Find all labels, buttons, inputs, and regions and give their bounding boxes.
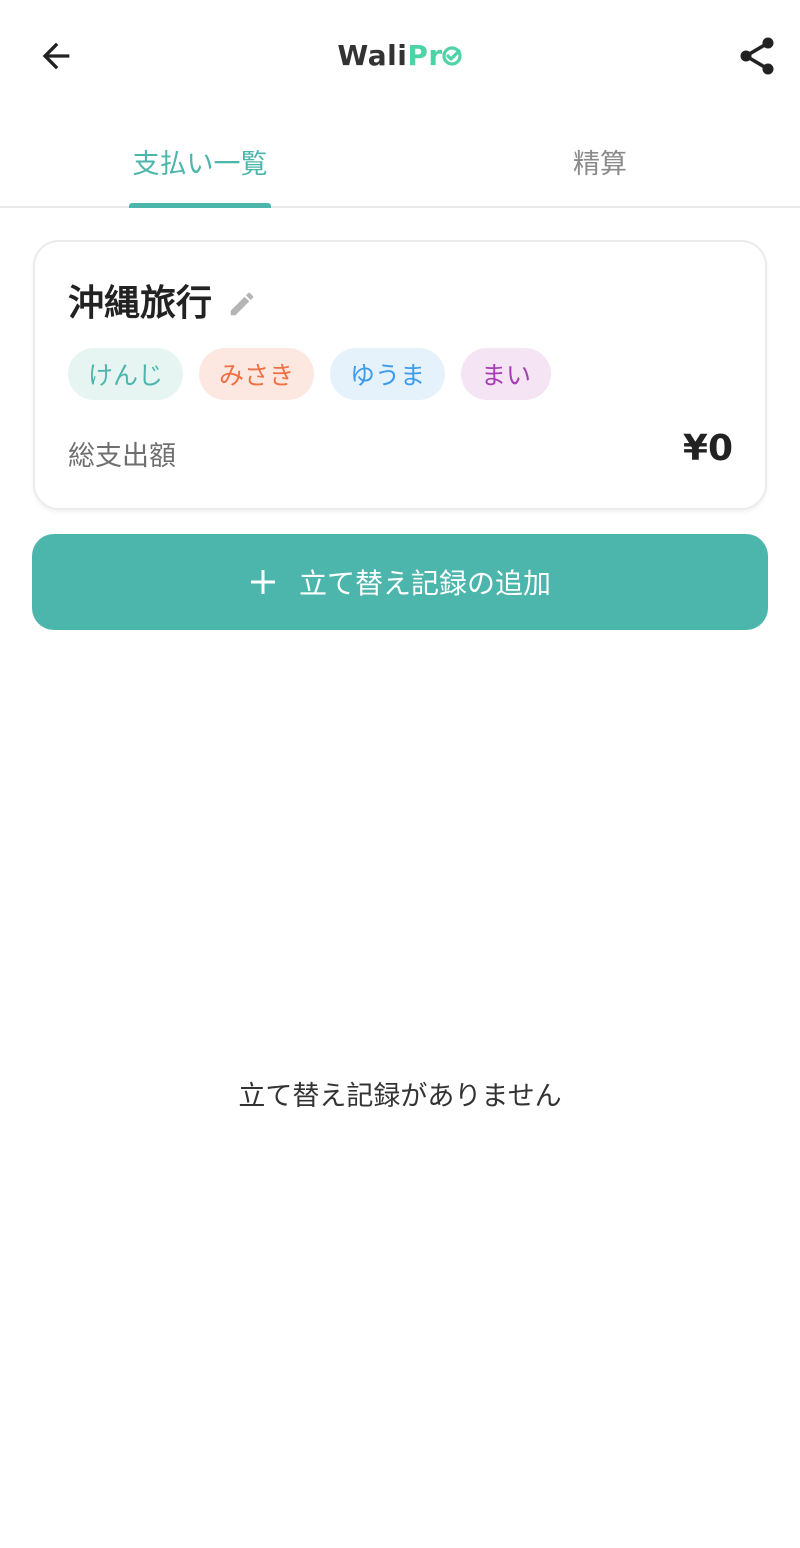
member-chip: みさき — [199, 348, 315, 400]
member-chip-list: けんじ みさき ゆうま まい — [68, 348, 567, 400]
tab-settlement[interactable]: 精算 — [400, 112, 800, 206]
pencil-icon — [230, 292, 254, 316]
active-tab-indicator — [129, 203, 271, 208]
app-header: WaliPr — [0, 0, 800, 112]
member-chip: まい — [461, 348, 552, 400]
tab-payment-list[interactable]: 支払い一覧 — [0, 112, 400, 206]
trip-summary-card: 沖縄旅行 けんじ みさき ゆうま まい 総支出額 ¥0 — [33, 240, 767, 510]
member-chip: けんじ — [68, 348, 184, 400]
edit-title-button[interactable] — [226, 288, 258, 320]
empty-state-message: 立て替え記録がありません — [238, 1081, 562, 1112]
app-logo: WaliPr — [0, 36, 800, 76]
add-record-button[interactable]: 立て替え記録の追加 — [32, 534, 768, 630]
share-icon — [740, 37, 774, 75]
trip-title-row: 沖縄旅行 — [68, 282, 258, 326]
plus-icon — [249, 562, 277, 596]
trip-title: 沖縄旅行 — [68, 283, 213, 324]
logo-wali-text: Wali — [337, 39, 408, 72]
total-expense-label: 総支出額 — [68, 441, 176, 472]
add-record-label: 立て替え記録の追加 — [298, 567, 551, 600]
share-button[interactable] — [734, 32, 782, 80]
total-expense-amount: ¥0 — [682, 428, 733, 469]
logo-pro-text: Pr — [407, 39, 443, 72]
tab-bar: 支払い一覧 精算 — [0, 112, 800, 208]
app-screen: WaliPr 支払い一覧 精算 沖縄旅行 けんじ みさき ゆうま まい 総支出額… — [0, 0, 800, 1548]
member-chip: ゆうま — [330, 348, 446, 400]
logo-check-icon — [442, 46, 462, 66]
